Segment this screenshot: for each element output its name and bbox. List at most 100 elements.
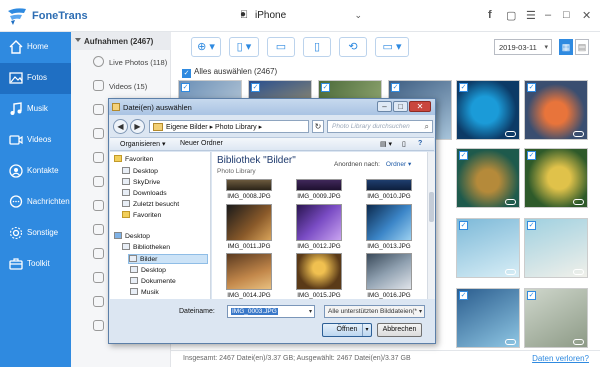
sidebar-item-fotos[interactable]: Fotos — [0, 63, 71, 94]
menu-icon[interactable]: ☰ — [526, 9, 536, 22]
open-label: Öffnen — [336, 326, 358, 333]
tree-item-favoriten[interactable]: Favoriten — [114, 155, 153, 163]
chevron-down-icon: ▾ — [544, 44, 548, 51]
tree-label: Musik — [141, 289, 159, 296]
view-options-icon[interactable]: ▤ ▾ — [380, 140, 392, 148]
preview-pane-icon[interactable]: ▯ — [402, 140, 406, 148]
sidebar-item-sonstige[interactable]: Sonstige — [0, 218, 71, 249]
file-type-select[interactable]: Alle unterstützten Bilddateien(* ▾ — [324, 305, 425, 318]
device-selector[interactable]:  ● iPhone ⌄ — [236, 6, 366, 26]
open-button[interactable]: Öffnen ▾ — [322, 323, 372, 337]
sidebar-item-home[interactable]: Home — [0, 32, 71, 63]
phone-icon: ▯ — [313, 41, 321, 53]
tree-item-musik[interactable]: Musik — [130, 288, 159, 296]
photo-thumbnail[interactable]: ✓ — [524, 288, 588, 348]
sidebar-item-nachrichten[interactable]: Nachrichten — [0, 187, 71, 218]
date-picker[interactable]: 2019-03-11 ▾ — [494, 39, 552, 55]
tree-item-dokumente[interactable]: Dokumente — [130, 277, 176, 285]
minimize-icon[interactable]: – — [545, 9, 551, 21]
music-icon — [10, 102, 22, 115]
checkbox-icon: ✓ — [321, 83, 330, 92]
cloud-icon — [573, 199, 584, 205]
file-thumbnail[interactable] — [366, 204, 412, 241]
forward-button[interactable]: ▶ — [130, 119, 145, 134]
arrange-label: Anordnen nach: — [334, 161, 380, 168]
tree-item-bilder[interactable]: Bilder — [128, 254, 208, 264]
scrollbar[interactable] — [427, 152, 435, 299]
tree-item-desktop-lib[interactable]: Desktop — [130, 266, 166, 274]
file-thumbnail[interactable] — [226, 179, 272, 191]
export-to-device-button[interactable]: ▯ — [303, 37, 331, 57]
maximize-icon[interactable]: □ — [393, 101, 408, 112]
album-icon — [93, 176, 104, 187]
facebook-icon[interactable]: f — [488, 9, 492, 21]
filename-input[interactable]: IMG_0003.JPG ▾ — [227, 305, 315, 318]
file-thumbnail[interactable] — [366, 253, 412, 290]
grid-view-button[interactable]: ▦ — [559, 39, 573, 55]
tree-item-favoriten-folder[interactable]: Favoriten — [122, 211, 161, 219]
scrollbar-thumb[interactable] — [429, 192, 434, 222]
file-thumbnail[interactable] — [296, 253, 342, 290]
photo-thumbnail[interactable]: ✓ — [524, 80, 588, 140]
photo-thumbnail[interactable]: ✓ — [524, 148, 588, 208]
album-item-videos[interactable]: Videos (15) — [71, 76, 171, 96]
file-thumbnail[interactable] — [226, 204, 272, 241]
cloud-icon — [573, 339, 584, 345]
refresh-icon[interactable]: ↻ — [312, 120, 324, 133]
file-thumbnail[interactable] — [296, 179, 342, 191]
close-icon[interactable]: ✕ — [409, 101, 431, 112]
file-thumbnail[interactable] — [366, 179, 412, 191]
select-all-checkbox[interactable]: ✓ Alles auswählen (2467) — [182, 67, 277, 78]
arrange-by[interactable]: Anordnen nach: Ordner ▾ — [334, 160, 411, 168]
delete-button[interactable]: ▯ ▾ — [229, 37, 259, 57]
minimize-icon[interactable]: – — [377, 101, 392, 112]
close-icon[interactable]: ✕ — [582, 9, 591, 22]
tree-item-downloads[interactable]: Downloads — [122, 189, 167, 197]
download-icon — [122, 189, 130, 196]
star-icon — [122, 211, 130, 218]
sidebar-item-musik[interactable]: Musik — [0, 94, 71, 125]
checkbox-icon: ✓ — [459, 83, 468, 92]
new-folder-button[interactable]: Neuer Ordner — [180, 140, 223, 147]
maximize-icon[interactable]: □ — [563, 9, 570, 21]
photo-thumbnail[interactable]: ✓ — [456, 80, 520, 140]
photo-thumbnail[interactable]: ✓ — [456, 218, 520, 278]
photo-thumbnail[interactable]: ✓ — [456, 148, 520, 208]
tree-item-desktop[interactable]: Desktop — [122, 167, 158, 175]
address-bar[interactable]: Eigene Bilder ▸ Photo Library ▸ — [149, 120, 309, 133]
navigation-pane: Favoriten Desktop SkyDrive Downloads Zul… — [110, 152, 211, 299]
sidebar-item-kontakte[interactable]: Kontakte — [0, 156, 71, 187]
photo-thumbnail[interactable]: ✓ — [524, 218, 588, 278]
tree-item-skydrive[interactable]: SkyDrive — [122, 178, 160, 186]
file-name: IMG_0013.JPG — [367, 243, 411, 250]
file-thumbnail[interactable] — [296, 204, 342, 241]
chat-icon[interactable]: ▢ — [506, 9, 516, 22]
data-lost-link[interactable]: Daten verloren? — [532, 354, 589, 363]
music-icon — [130, 288, 138, 295]
photo-thumbnail[interactable]: ✓ — [456, 288, 520, 348]
album-item-live-photos[interactable]: Live Photos (118) — [71, 52, 171, 72]
list-view-button[interactable]: ▤ — [575, 39, 589, 55]
add-button[interactable]: ⊕ ▾ — [191, 37, 221, 57]
organize-button[interactable]: Organisieren ▾ — [120, 140, 166, 148]
sidebar-item-videos[interactable]: Videos — [0, 125, 71, 156]
toolbox-button[interactable]: ▭ ▾ — [375, 37, 409, 57]
checkbox-icon: ✓ — [181, 83, 190, 92]
checkbox-icon: ✓ — [251, 83, 260, 92]
help-icon[interactable]: ? — [418, 140, 422, 147]
tree-item-zuletzt-besucht[interactable]: Zuletzt besucht — [122, 200, 179, 208]
sync-button[interactable]: ⟲ — [339, 37, 367, 57]
file-thumbnail[interactable] — [226, 253, 272, 290]
back-button[interactable]: ◀ — [113, 119, 128, 134]
tree-item-bibliotheken[interactable]: Bibliotheken — [122, 243, 170, 251]
dialog-search-input[interactable]: Photo Library durchsuchen ⌕ — [327, 120, 433, 133]
tree-item-desktop-root[interactable]: Desktop — [114, 232, 150, 240]
sidebar-item-toolkit[interactable]: Toolkit — [0, 249, 71, 280]
filename-value: IMG_0003.JPG — [231, 308, 278, 315]
export-to-pc-button[interactable]: ▭ — [267, 37, 295, 57]
album-icon — [93, 296, 104, 307]
folder-icon — [153, 123, 163, 131]
cancel-button[interactable]: Abbrechen — [377, 323, 422, 337]
album-icon — [93, 320, 104, 331]
album-header[interactable]: Aufnahmen (2467) — [71, 32, 171, 50]
